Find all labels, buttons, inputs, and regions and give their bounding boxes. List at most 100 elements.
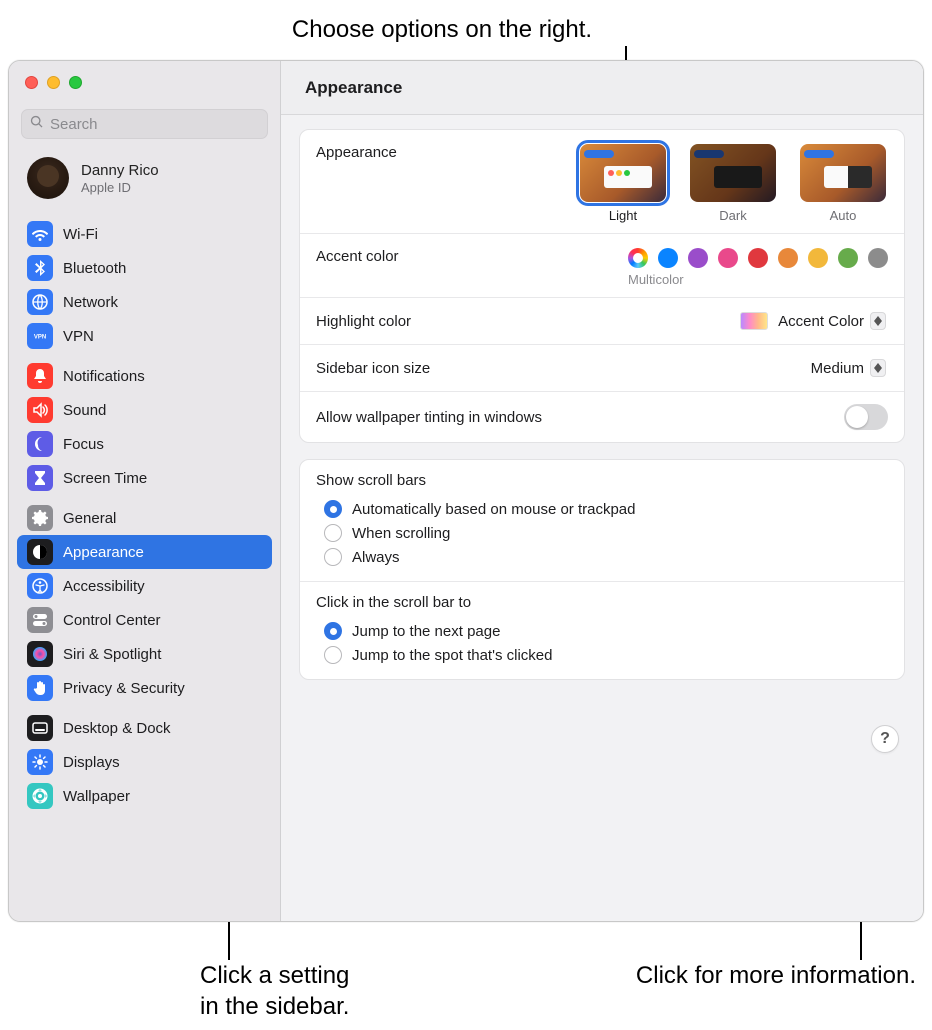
sidebar-item-control-center[interactable]: Control Center bbox=[9, 603, 280, 637]
accent-swatch-blue[interactable] bbox=[658, 248, 678, 268]
sidebar-item-displays[interactable]: Displays bbox=[9, 745, 280, 779]
sidebar-item-label: Appearance bbox=[63, 544, 144, 561]
radio-button[interactable] bbox=[324, 548, 342, 566]
wifi-icon bbox=[27, 221, 53, 247]
svg-text:VPN: VPN bbox=[34, 335, 46, 341]
sidebar-item-label: Privacy & Security bbox=[63, 680, 185, 697]
highlight-popup[interactable]: Accent Color bbox=[734, 310, 888, 332]
help-button[interactable]: ? bbox=[871, 725, 899, 753]
annotation-bottom-right: Click for more information. bbox=[476, 960, 916, 991]
accent-swatch-graphite[interactable] bbox=[868, 248, 888, 268]
sidebar-item-siri-spotlight[interactable]: Siri & Spotlight bbox=[9, 637, 280, 671]
gear-icon bbox=[27, 505, 53, 531]
brightness-icon bbox=[27, 749, 53, 775]
search-icon bbox=[30, 115, 50, 134]
sidebar-item-label: Wi-Fi bbox=[63, 226, 98, 243]
sidebar-item-bluetooth[interactable]: Bluetooth bbox=[9, 251, 280, 285]
sidebar-item-focus[interactable]: Focus bbox=[9, 427, 280, 461]
sidebar-item-label: Notifications bbox=[63, 368, 145, 385]
highlight-row: Highlight color Accent Color bbox=[300, 298, 904, 345]
show-scroll-bars-title: Show scroll bars bbox=[316, 472, 888, 489]
sidebar-size-popup[interactable]: Medium bbox=[805, 357, 888, 379]
highlight-value: Accent Color bbox=[778, 313, 864, 330]
switches-icon bbox=[27, 607, 53, 633]
sidebar-item-accessibility[interactable]: Accessibility bbox=[9, 569, 280, 603]
radio-option[interactable]: Jump to the next page bbox=[316, 619, 888, 643]
sidebar-item-label: Network bbox=[63, 294, 118, 311]
sidebar-item-label: Desktop & Dock bbox=[63, 720, 171, 737]
accent-swatch-orange[interactable] bbox=[778, 248, 798, 268]
accent-swatch-red[interactable] bbox=[748, 248, 768, 268]
wallpaper-icon bbox=[27, 783, 53, 809]
radio-label: Always bbox=[352, 549, 400, 566]
vpn-icon: VPN bbox=[27, 323, 53, 349]
hand-icon bbox=[27, 675, 53, 701]
sidebar-item-screen-time[interactable]: Screen Time bbox=[9, 461, 280, 495]
sidebar-item-label: Focus bbox=[63, 436, 104, 453]
siri-icon bbox=[27, 641, 53, 667]
sidebar-item-label: Displays bbox=[63, 754, 120, 771]
search-field[interactable] bbox=[21, 109, 268, 139]
appearance-option-label: Light bbox=[609, 208, 637, 223]
sidebar-item-desktop-dock[interactable]: Desktop & Dock bbox=[9, 711, 280, 745]
annotation-bottom-left: Click a setting in the sidebar. bbox=[200, 960, 460, 1022]
user-name: Danny Rico bbox=[81, 162, 159, 179]
sidebar-item-privacy-security[interactable]: Privacy & Security bbox=[9, 671, 280, 705]
search-input[interactable] bbox=[50, 116, 259, 133]
page-title: Appearance bbox=[281, 61, 923, 115]
appearance-thumb-light bbox=[580, 144, 666, 202]
network-icon bbox=[27, 289, 53, 315]
appearance-option-dark[interactable]: Dark bbox=[688, 144, 778, 223]
window-controls bbox=[9, 61, 280, 103]
appearance-option-auto[interactable]: Auto bbox=[798, 144, 888, 223]
sidebar-item-sound[interactable]: Sound bbox=[9, 393, 280, 427]
zoom-window-button[interactable] bbox=[69, 76, 82, 89]
sidebar-item-notifications[interactable]: Notifications bbox=[9, 359, 280, 393]
accent-swatch-green[interactable] bbox=[838, 248, 858, 268]
accent-swatch-yellow[interactable] bbox=[808, 248, 828, 268]
wallpaper-tint-switch[interactable] bbox=[844, 404, 888, 430]
radio-option[interactable]: Always bbox=[316, 545, 888, 569]
sidebar-item-label: Control Center bbox=[63, 612, 161, 629]
sidebar-item-wallpaper[interactable]: Wallpaper bbox=[9, 779, 280, 813]
radio-label: Jump to the spot that's clicked bbox=[352, 647, 552, 664]
sidebar-item-general[interactable]: General bbox=[9, 501, 280, 535]
click-scroll-bar-group: Click in the scroll bar to Jump to the n… bbox=[300, 582, 904, 679]
sidebar-item-label: General bbox=[63, 510, 116, 527]
accent-swatch-multicolor[interactable] bbox=[628, 248, 648, 268]
radio-button[interactable] bbox=[324, 646, 342, 664]
sidebar-item-network[interactable]: Network bbox=[9, 285, 280, 319]
appearance-option-light[interactable]: Light bbox=[578, 144, 668, 223]
sidebar-item-appearance[interactable]: Appearance bbox=[17, 535, 272, 569]
sidebar-item-vpn[interactable]: VPNVPN bbox=[9, 319, 280, 353]
appearance-row: Appearance LightDarkAuto bbox=[300, 130, 904, 234]
accent-swatch-purple[interactable] bbox=[688, 248, 708, 268]
apple-id-row[interactable]: Danny Rico Apple ID bbox=[9, 149, 280, 211]
radio-option[interactable]: When scrolling bbox=[316, 521, 888, 545]
show-scroll-bars-group: Show scroll bars Automatically based on … bbox=[300, 460, 904, 582]
radio-button[interactable] bbox=[324, 524, 342, 542]
radio-button[interactable] bbox=[324, 500, 342, 518]
sidebar-item-wi-fi[interactable]: Wi-Fi bbox=[9, 217, 280, 251]
speaker-icon bbox=[27, 397, 53, 423]
annotation-top: Choose options on the right. bbox=[252, 14, 632, 45]
appearance-icon bbox=[27, 539, 53, 565]
dock-icon bbox=[27, 715, 53, 741]
sidebar-size-row: Sidebar icon size Medium bbox=[300, 345, 904, 392]
radio-label: Jump to the next page bbox=[352, 623, 500, 640]
radio-button[interactable] bbox=[324, 622, 342, 640]
sidebar-item-label: Siri & Spotlight bbox=[63, 646, 161, 663]
accent-selected-label: Multicolor bbox=[628, 272, 888, 287]
accent-row: Accent color Multicolor bbox=[300, 234, 904, 298]
accent-swatch-pink[interactable] bbox=[718, 248, 738, 268]
radio-label: When scrolling bbox=[352, 525, 450, 542]
radio-option[interactable]: Automatically based on mouse or trackpad bbox=[316, 497, 888, 521]
minimize-window-button[interactable] bbox=[47, 76, 60, 89]
sidebar-item-label: Screen Time bbox=[63, 470, 147, 487]
settings-window: Danny Rico Apple ID Wi-Fi Bluetooth Networ… bbox=[8, 60, 924, 922]
radio-option[interactable]: Jump to the spot that's clicked bbox=[316, 643, 888, 667]
close-window-button[interactable] bbox=[25, 76, 38, 89]
main-pane: Appearance Appearance LightDarkAuto Acce… bbox=[281, 61, 923, 921]
appearance-option-label: Auto bbox=[830, 208, 857, 223]
appearance-thumb-auto bbox=[800, 144, 886, 202]
